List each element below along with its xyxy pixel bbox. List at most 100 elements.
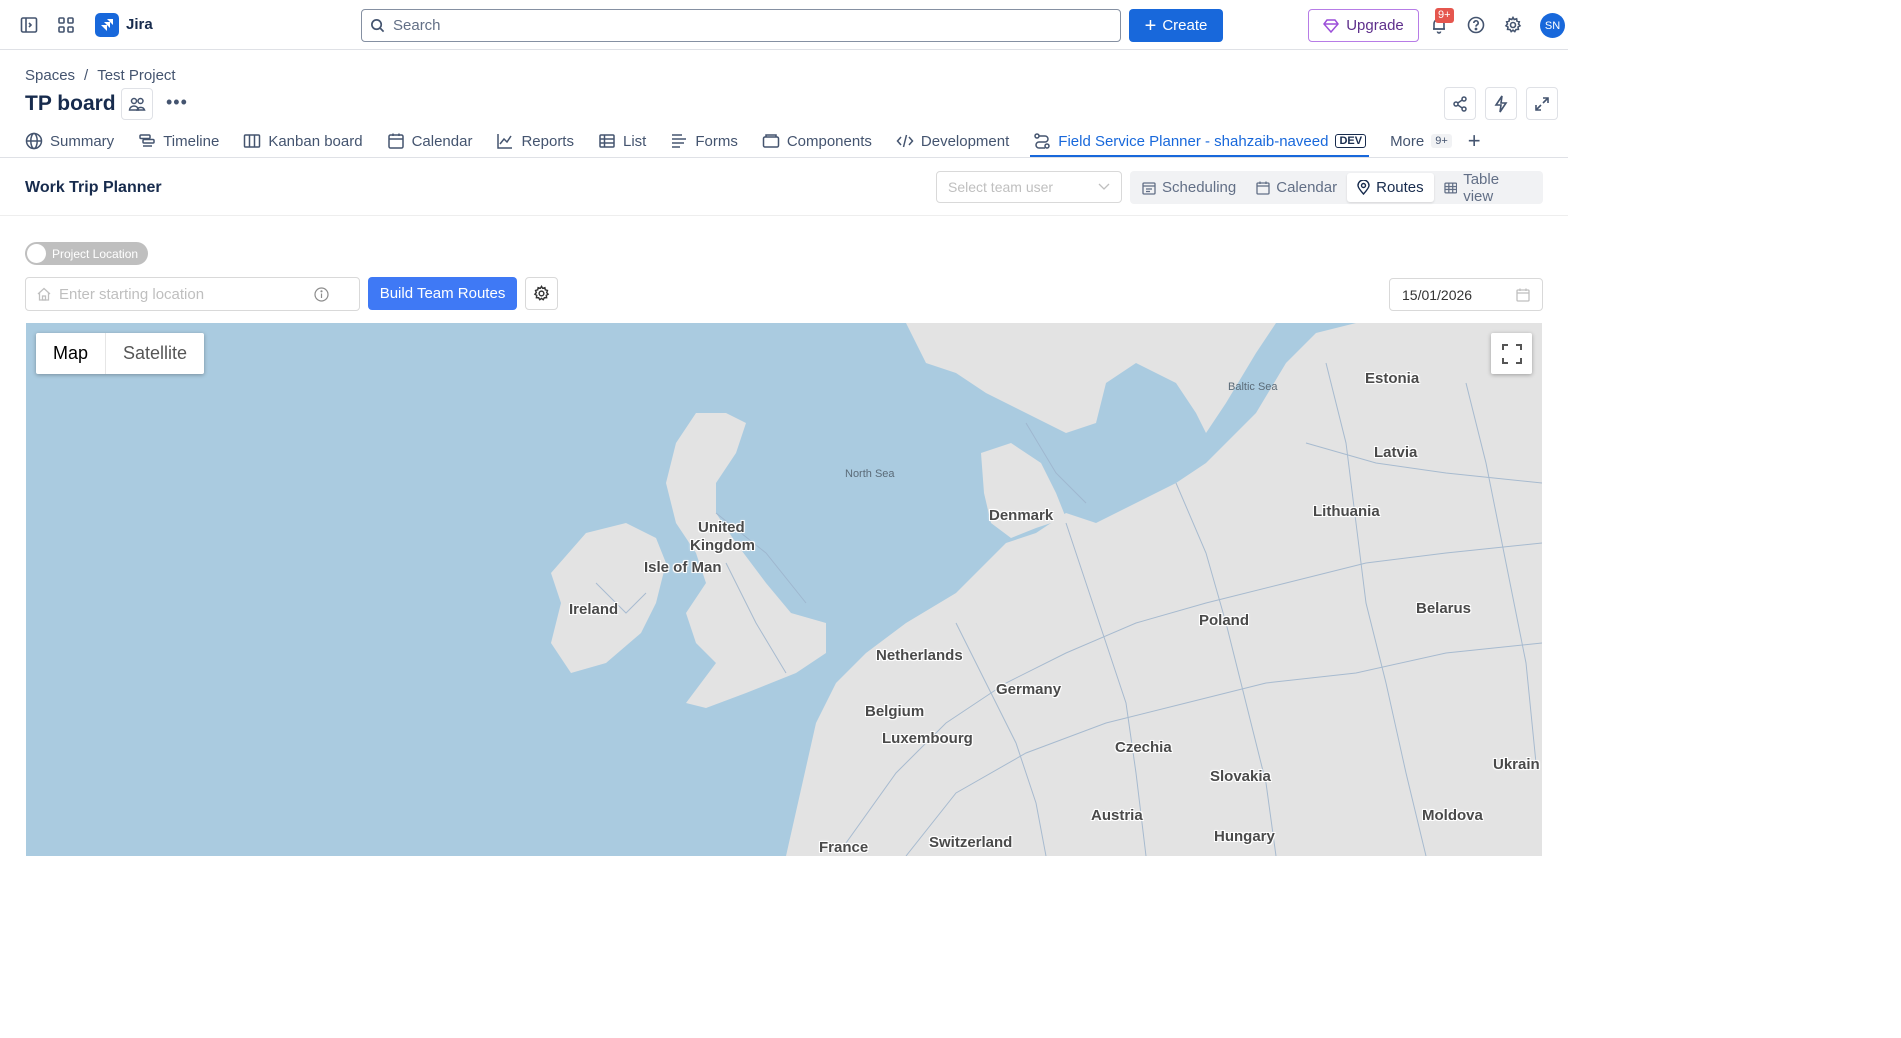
- tab-label: Development: [920, 132, 1010, 150]
- fullscreen-icon: [1501, 343, 1522, 364]
- tab-list[interactable]: List: [598, 126, 646, 156]
- map-label: Belgium: [865, 703, 925, 720]
- map-fullscreen-button[interactable]: [1491, 333, 1532, 374]
- more-actions-icon[interactable]: •••: [166, 92, 188, 113]
- tab-calendar[interactable]: Calendar: [387, 126, 473, 156]
- map-label: Baltic Sea: [1228, 381, 1278, 393]
- map-label: Ireland: [569, 601, 619, 618]
- more-count-badge: 9+: [1431, 134, 1452, 148]
- view-label: Table view: [1463, 170, 1500, 205]
- tab-label: Summary: [50, 132, 115, 150]
- map-label: Kingdom: [690, 537, 755, 554]
- map-type-map[interactable]: Map: [36, 333, 105, 374]
- map-label: Germany: [996, 681, 1062, 698]
- create-button[interactable]: + Create: [1129, 9, 1223, 42]
- map-type-control: Map Satellite: [36, 333, 205, 374]
- view-scheduling[interactable]: Scheduling: [1132, 173, 1246, 202]
- tab-kanban-board[interactable]: Kanban board: [243, 126, 363, 156]
- tab-development[interactable]: Development: [896, 126, 1009, 156]
- map-label: Latvia: [1374, 444, 1418, 461]
- map-label: Luxembourg: [882, 730, 973, 747]
- project-tabs: Summary Timeline Kanban board Calendar R…: [25, 126, 1505, 158]
- team-user-select[interactable]: Select team user: [936, 171, 1122, 203]
- sidebar-toggle-icon[interactable]: [17, 13, 41, 37]
- map-label: Switzerland: [929, 834, 1013, 851]
- tab-label: Calendar: [411, 132, 473, 150]
- automation-button[interactable]: [1485, 87, 1517, 120]
- tab-field-service-planner[interactable]: Field Service Planner - shahzaib-naveed …: [1030, 126, 1369, 158]
- board-icon: [244, 134, 261, 148]
- team-user-placeholder: Select team user: [948, 179, 1054, 195]
- tab-summary[interactable]: Summary: [25, 126, 114, 156]
- jira-logo-icon[interactable]: [95, 13, 119, 37]
- list-icon: [599, 134, 615, 148]
- map-label: Austria: [1091, 807, 1143, 824]
- tab-reports[interactable]: Reports: [496, 126, 574, 156]
- calendar-icon: [1256, 181, 1270, 195]
- search-icon: [371, 19, 385, 33]
- tab-timeline[interactable]: Timeline: [138, 126, 219, 156]
- plus-icon: +: [1144, 14, 1157, 37]
- tab-forms[interactable]: Forms: [670, 126, 738, 156]
- starting-location-input[interactable]: [59, 285, 314, 303]
- view-label: Calendar: [1276, 179, 1338, 196]
- info-icon[interactable]: [314, 286, 329, 302]
- fullscreen-button[interactable]: [1526, 87, 1558, 120]
- build-team-routes-button[interactable]: Build Team Routes: [368, 277, 517, 310]
- search-bar[interactable]: [361, 9, 1121, 42]
- route-map[interactable]: Map Satellite Baltic Sea North Sea Eston…: [26, 323, 1542, 856]
- tab-label: Components: [786, 132, 872, 150]
- form-icon: [672, 134, 687, 148]
- code-icon: [896, 134, 914, 148]
- people-icon: [128, 97, 146, 111]
- create-label: Create: [1162, 17, 1208, 34]
- date-value: 15/01/2026: [1402, 286, 1473, 303]
- breadcrumb-spaces[interactable]: Spaces: [25, 67, 75, 84]
- settings-gear-icon[interactable]: [1501, 13, 1525, 37]
- starting-location-field[interactable]: [25, 277, 360, 311]
- map-label: France: [819, 839, 869, 856]
- app-name[interactable]: Jira: [126, 16, 153, 33]
- app-switcher-icon[interactable]: [54, 13, 78, 37]
- share-icon: [1453, 95, 1467, 112]
- tab-more[interactable]: More 9+: [1390, 126, 1452, 156]
- home-icon: [37, 287, 51, 301]
- map-label: Isle of Man: [644, 559, 722, 576]
- view-label: Scheduling: [1162, 179, 1237, 196]
- map-label: Hungary: [1214, 828, 1275, 845]
- top-navigation: Jira + Create Upgrade 9+ SN: [0, 0, 1568, 50]
- help-icon[interactable]: [1464, 13, 1488, 37]
- map-type-satellite[interactable]: Satellite: [105, 333, 204, 374]
- user-avatar[interactable]: SN: [1540, 13, 1565, 38]
- expand-icon: [1535, 96, 1549, 111]
- team-button[interactable]: [121, 88, 153, 120]
- map-label: Slovakia: [1210, 768, 1271, 785]
- add-tab-icon[interactable]: +: [1468, 126, 1481, 156]
- map-label: Netherlands: [876, 647, 963, 664]
- map-label: Poland: [1199, 612, 1250, 629]
- tab-components[interactable]: Components: [762, 126, 872, 156]
- map-tiles: [551, 323, 1542, 856]
- upgrade-label: Upgrade: [1346, 17, 1404, 34]
- route-settings-button[interactable]: [525, 277, 558, 310]
- map-label: Ukrain: [1493, 756, 1540, 773]
- tab-label: Reports: [521, 132, 574, 150]
- breadcrumb-project[interactable]: Test Project: [97, 67, 175, 84]
- tab-label: List: [622, 132, 647, 150]
- chart-icon: [497, 134, 513, 149]
- share-button[interactable]: [1444, 87, 1476, 120]
- calendar-icon: [1516, 288, 1530, 302]
- route-date-picker[interactable]: 15/01/2026: [1389, 278, 1543, 311]
- view-table[interactable]: Table view: [1434, 170, 1541, 205]
- map-label: United: [698, 519, 745, 536]
- gear-icon: [533, 285, 550, 301]
- timeline-icon: [139, 134, 155, 147]
- view-calendar[interactable]: Calendar: [1246, 173, 1347, 202]
- search-input[interactable]: [393, 17, 1093, 34]
- upgrade-button[interactable]: Upgrade: [1308, 9, 1419, 42]
- view-routes[interactable]: Routes: [1347, 173, 1434, 202]
- globe-icon: [25, 132, 43, 150]
- project-location-toggle[interactable]: Project Location: [25, 242, 148, 265]
- schedule-icon: [1142, 181, 1156, 195]
- map-label: Estonia: [1365, 370, 1420, 387]
